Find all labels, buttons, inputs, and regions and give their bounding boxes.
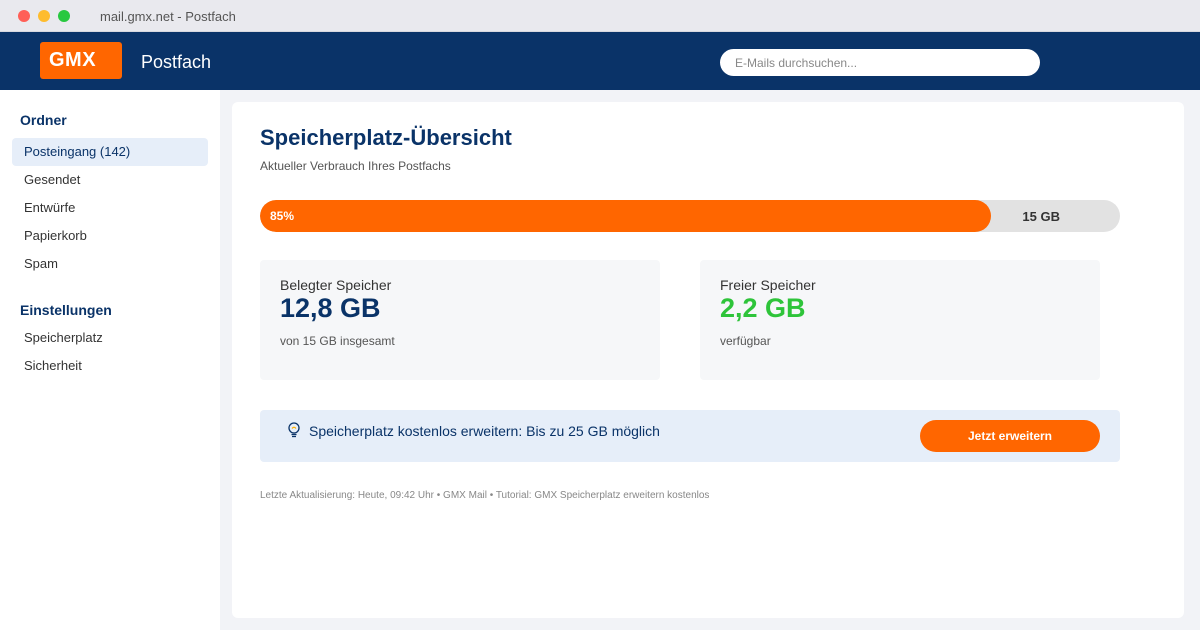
header-title: Postfach (141, 52, 212, 72)
sidebar-item-security[interactable]: Sicherheit (12, 352, 208, 380)
free-storage-label: Freier Speicher (720, 277, 816, 293)
sidebar: Ordner Posteingang (142) Gesendet Entwür… (0, 90, 220, 630)
storage-progress-fill (260, 200, 991, 232)
free-storage-value: 2,2 GB (720, 293, 806, 323)
folders-heading: Ordner (20, 112, 67, 128)
sidebar-item-trash[interactable]: Papierkorb (12, 222, 208, 250)
free-storage-note: verfügbar (720, 334, 771, 348)
sidebar-item-spam[interactable]: Spam (12, 250, 208, 278)
used-storage-value: 12,8 GB (280, 293, 381, 323)
sidebar-item-sent[interactable]: Gesendet (12, 166, 208, 194)
sidebar-item-drafts[interactable]: Entwürfe (12, 194, 208, 222)
minimize-window-button[interactable] (38, 10, 50, 22)
page-subtitle: Aktueller Verbrauch Ihres Postfachs (260, 159, 451, 173)
used-storage-note: von 15 GB insgesamt (280, 334, 395, 348)
window-title: mail.gmx.net - Postfach (100, 9, 236, 24)
search-input[interactable] (720, 49, 1040, 76)
sidebar-item-inbox[interactable]: Posteingang (142) (12, 138, 208, 166)
maximize-window-button[interactable] (58, 10, 70, 22)
last-update-note: Letzte Aktualisierung: Heute, 09:42 Uhr … (260, 490, 710, 501)
upgrade-now-button[interactable]: Jetzt erweitern (920, 420, 1100, 452)
used-storage-box: Belegter Speicher 12,8 GB von 15 GB insg… (260, 260, 660, 380)
settings-heading: Einstellungen (20, 302, 112, 318)
free-storage-box: Freier Speicher 2,2 GB verfügbar (700, 260, 1100, 380)
browser-titlebar: mail.gmx.net - Postfach (0, 0, 1200, 32)
gmx-logo[interactable]: GMX (40, 42, 122, 79)
close-window-button[interactable] (18, 10, 30, 22)
storage-total-label: 15 GB (1022, 209, 1060, 224)
lightbulb-icon (288, 422, 300, 438)
upgrade-banner: Speicherplatz kostenlos erweitern: Bis z… (260, 410, 1120, 462)
sidebar-item-storage[interactable]: Speicherplatz (12, 324, 208, 352)
storage-overview-card: Speicherplatz-Übersicht Aktueller Verbra… (232, 102, 1184, 618)
app-header: GMX Postfach (0, 32, 1200, 90)
storage-progress-bar: 85% 15 GB (260, 200, 1120, 232)
upgrade-banner-text: Speicherplatz kostenlos erweitern: Bis z… (309, 423, 660, 439)
used-storage-label: Belegter Speicher (280, 277, 392, 293)
page-title: Speicherplatz-Übersicht (260, 125, 512, 150)
storage-percent-label: 85% (270, 209, 295, 223)
